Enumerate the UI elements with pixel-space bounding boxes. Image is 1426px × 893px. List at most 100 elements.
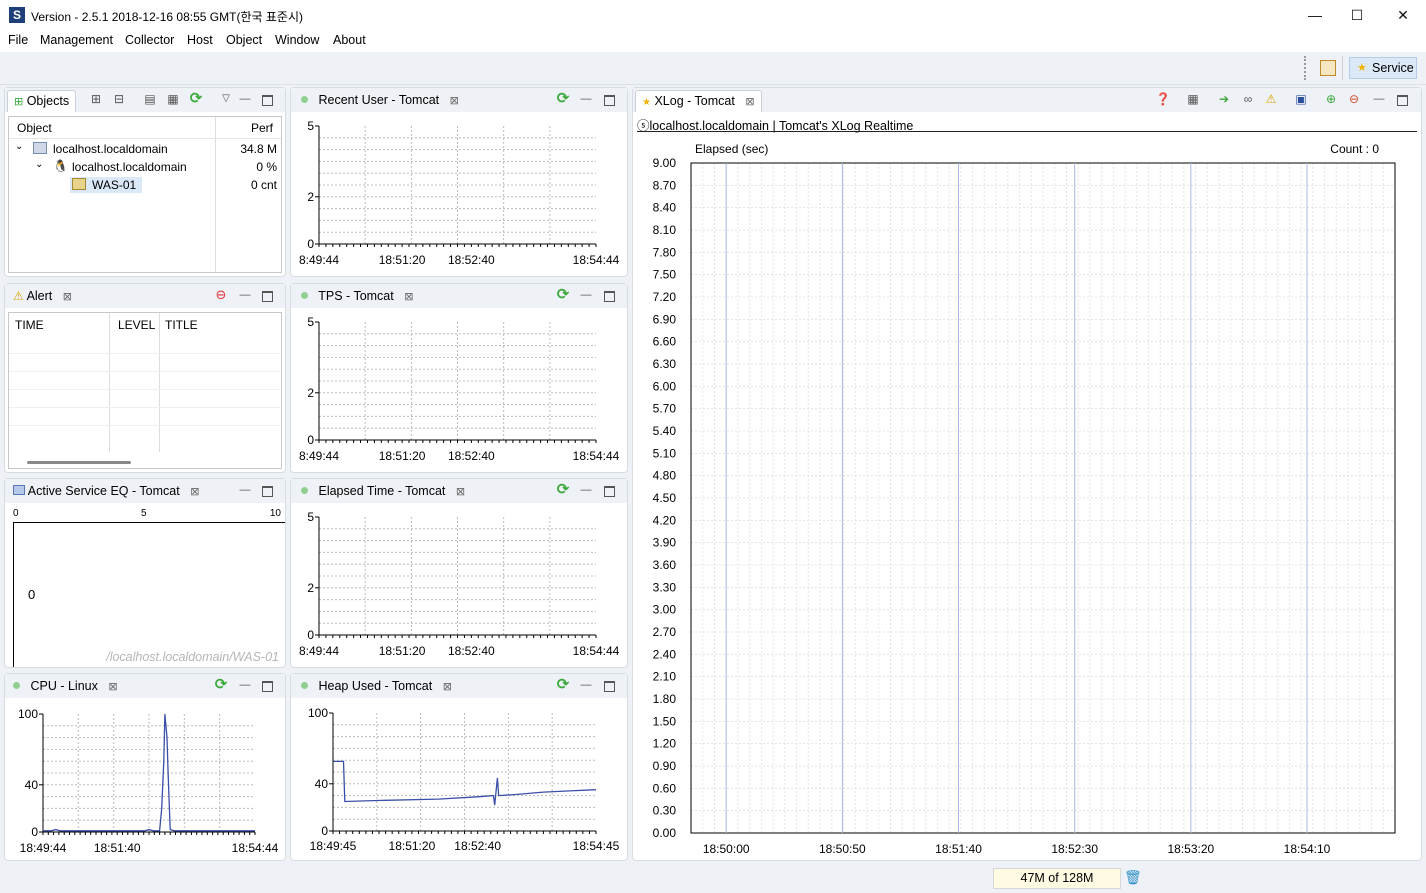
minimize-icon[interactable]: — <box>237 91 253 107</box>
refresh-icon[interactable]: ⟳ <box>555 482 571 498</box>
maximize-icon[interactable] <box>601 287 617 303</box>
server-list-icon[interactable]: ▤ <box>142 91 158 107</box>
toolbar-grip[interactable] <box>1304 56 1306 80</box>
minimize-icon[interactable]: — <box>578 482 594 498</box>
minimize-icon[interactable]: — <box>578 677 594 693</box>
col-time-header[interactable]: TIME <box>15 318 44 332</box>
config-icon[interactable]: ▦ <box>1185 91 1201 107</box>
status-dot-icon <box>301 487 308 494</box>
x-tick-label: 18:51:40 <box>94 841 141 855</box>
menu-about[interactable]: About <box>333 33 366 47</box>
tree-row[interactable]: ⌄ localhost.localdomain 34.8 M <box>9 140 281 158</box>
maximize-icon[interactable] <box>259 91 275 107</box>
equalizer-area <box>13 522 285 667</box>
view-menu-icon[interactable]: ▽ <box>218 91 234 107</box>
close-tab-icon[interactable]: ⊠ <box>404 287 413 307</box>
close-tab-icon[interactable]: ⊠ <box>108 677 117 697</box>
clear-alert-icon[interactable]: ⊖ <box>213 287 229 303</box>
maximize-icon[interactable] <box>1394 91 1410 107</box>
chevron-down-icon[interactable]: ⌄ <box>35 159 43 170</box>
close-button[interactable]: ✕ <box>1380 0 1426 30</box>
tab-heap[interactable]: Heap Used - Tomcat ⊠ <box>295 676 458 698</box>
menu-management[interactable]: Management <box>40 33 113 47</box>
maximize-icon[interactable] <box>601 482 617 498</box>
search-binoculars-icon[interactable]: ▣ <box>1293 91 1309 107</box>
maximize-icon[interactable] <box>601 677 617 693</box>
object-path: /localhost.localdomain/WAS-01 <box>106 650 279 664</box>
zoom-out-icon[interactable]: ⊖ <box>1346 91 1362 107</box>
maximize-icon[interactable] <box>259 677 275 693</box>
close-tab-icon[interactable]: ⊠ <box>443 677 452 697</box>
menu-window[interactable]: Window <box>275 33 319 47</box>
maximize-button[interactable]: ☐ <box>1334 0 1380 30</box>
x-tick-label: 8:49:44 <box>299 644 339 658</box>
config-icon[interactable]: ▦ <box>165 91 181 107</box>
maximize-icon[interactable] <box>259 482 275 498</box>
elapsed-time-panel-header: Elapsed Time - Tomcat ⊠ ⟳ — <box>291 479 627 503</box>
col-object-header[interactable]: Object <box>17 121 52 135</box>
tab-elapsed-time-label: Elapsed Time - Tomcat <box>318 484 446 498</box>
tab-recent-user[interactable]: Recent User - Tomcat ⊠ <box>295 90 465 112</box>
minimize-icon[interactable]: — <box>1371 91 1387 107</box>
x-tick-label: 18:52:30 <box>1051 842 1098 856</box>
service-perspective-button[interactable]: ★ Service <box>1349 57 1417 79</box>
alert-panel: ⚠ Alert ⊠ ⊖ — TIME LEVEL TITLE <box>4 283 286 473</box>
tab-elapsed-time[interactable]: Elapsed Time - Tomcat ⊠ <box>295 481 471 503</box>
y-tick-label: 4.50 <box>653 491 677 505</box>
refresh-icon[interactable]: ⟳ <box>555 287 571 303</box>
collapse-all-icon[interactable]: ⊟ <box>111 91 127 107</box>
col-level-header[interactable]: LEVEL <box>118 318 155 332</box>
xlog-panel: ★ XLog - Tomcat ⊠ ❓ ▦ ➔ ∞ ⚠ ▣ ⊕ ⊖ — ⓢloc… <box>632 87 1422 861</box>
refresh-icon[interactable]: ⟳ <box>555 91 571 107</box>
y-tick-label: 3.60 <box>653 558 677 572</box>
close-tab-icon[interactable]: ⊠ <box>450 91 459 111</box>
tab-objects[interactable]: ⊞ Objects <box>7 90 77 112</box>
x-tick-label: 18:52:40 <box>454 839 501 853</box>
col-title-header[interactable]: TITLE <box>165 318 198 332</box>
warning-filter-icon[interactable]: ⚠ <box>1263 91 1279 107</box>
refresh-icon[interactable]: ⟳ <box>213 677 229 693</box>
minimize-icon[interactable]: — <box>578 91 594 107</box>
linux-penguin-icon: 🐧 <box>53 159 68 173</box>
tree-row-name: localhost.localdomain <box>53 142 168 156</box>
tree-row[interactable]: WAS-01 0 cnt <box>9 176 281 194</box>
close-tab-icon[interactable]: ⊠ <box>190 482 199 502</box>
close-tab-icon[interactable]: ⊠ <box>745 92 754 112</box>
col-perf-header[interactable]: Perf <box>251 121 273 135</box>
garbage-collect-icon[interactable]: 🗑 <box>1124 869 1142 887</box>
tab-tps[interactable]: TPS - Tomcat ⊠ <box>295 286 419 308</box>
tab-alert[interactable]: ⚠ Alert ⊠ <box>7 286 78 308</box>
menu-file[interactable]: File <box>8 33 28 47</box>
chevron-down-icon[interactable]: ⌄ <box>15 141 23 152</box>
menu-collector[interactable]: Collector <box>125 33 174 47</box>
minimize-icon[interactable]: — <box>237 677 253 693</box>
horizontal-scrollbar[interactable] <box>27 461 131 464</box>
minimize-icon[interactable]: — <box>578 287 594 303</box>
tree-row[interactable]: ⌄ 🐧 localhost.localdomain 0 % <box>9 158 281 176</box>
link-icon[interactable]: ∞ <box>1240 91 1256 107</box>
minimize-icon[interactable]: — <box>237 287 253 303</box>
menu-host[interactable]: Host <box>187 33 213 47</box>
load-icon[interactable]: ➔ <box>1216 91 1232 107</box>
menu-object[interactable]: Object <box>226 33 262 47</box>
maximize-icon[interactable] <box>601 91 617 107</box>
xlog-chart[interactable]: 0.00 0.30 0.60 0.90 1.20 1.50 1.80 2.10 2.40 2.70… <box>633 154 1423 860</box>
refresh-icon[interactable]: ⟳ <box>555 677 571 693</box>
tree-row-perf: 0 cnt <box>250 178 277 192</box>
status-dot-icon <box>13 682 20 689</box>
minimize-icon[interactable]: — <box>237 482 253 498</box>
perspective-icon[interactable] <box>1320 60 1336 76</box>
zoom-in-icon[interactable]: ⊕ <box>1323 91 1339 107</box>
y-tick-label: 1.50 <box>653 714 677 728</box>
tab-active-service[interactable]: Active Service EQ - Tomcat ⊠ <box>7 481 205 503</box>
minimize-button[interactable]: — <box>1292 0 1338 30</box>
y-tick-label: 9.00 <box>653 156 677 170</box>
expand-all-icon[interactable]: ⊞ <box>88 91 104 107</box>
maximize-icon[interactable] <box>259 287 275 303</box>
close-tab-icon[interactable]: ⊠ <box>63 287 72 307</box>
close-tab-icon[interactable]: ⊠ <box>456 482 465 502</box>
help-icon[interactable]: ❓ <box>1155 91 1171 107</box>
tab-cpu[interactable]: CPU - Linux ⊠ <box>7 676 124 698</box>
refresh-icon[interactable]: ⟳ <box>188 91 204 107</box>
tab-xlog[interactable]: ★ XLog - Tomcat ⊠ <box>635 90 762 112</box>
